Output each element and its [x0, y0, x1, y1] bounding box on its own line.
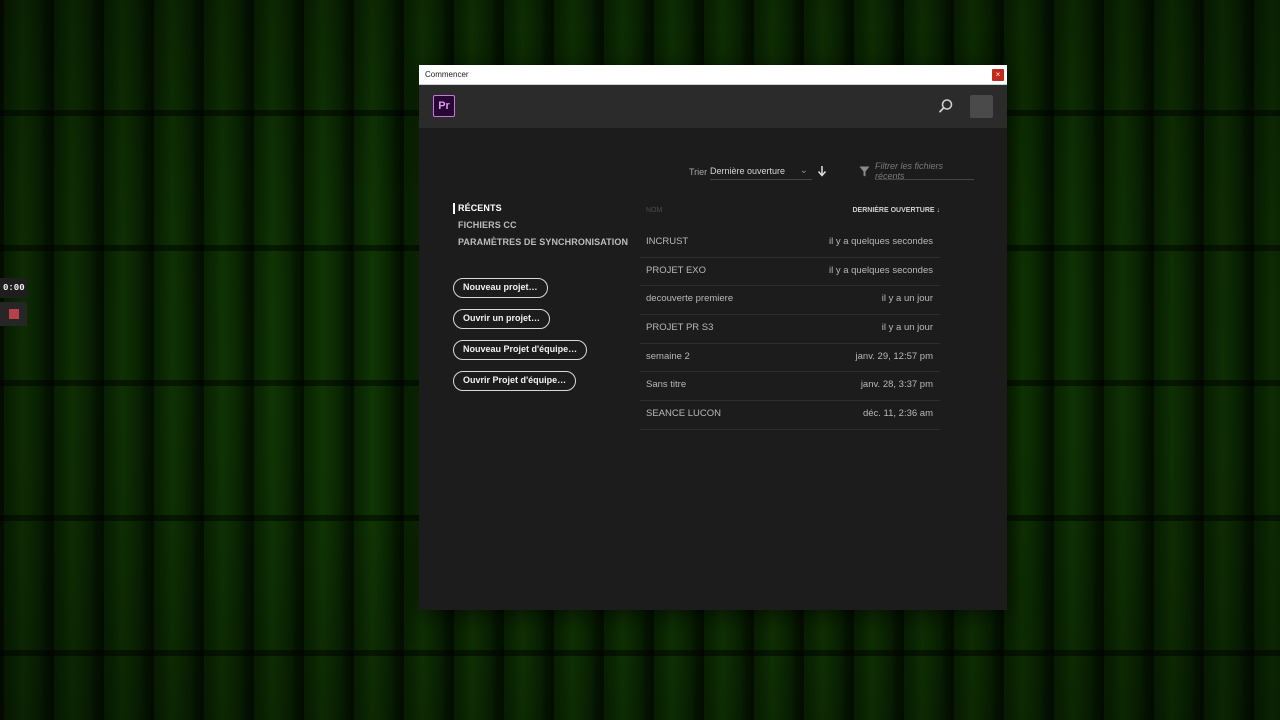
sort-dropdown-value: Dernière ouverture — [710, 165, 786, 176]
list-item[interactable]: SEANCE LUCON déc. 11, 2:36 am — [640, 401, 940, 430]
list-item[interactable]: PROJET EXO il y a quelques secondes — [640, 258, 940, 287]
nav-item-cc-files[interactable]: FICHIERS CC — [453, 220, 628, 237]
file-date: il y a quelques secondes — [828, 236, 933, 247]
filter-icon — [859, 166, 870, 177]
window-titlebar: Commencer × — [419, 65, 1007, 85]
project-actions: Nouveau projet… Ouvrir un projet… Nouvea… — [453, 278, 588, 402]
file-date: déc. 11, 2:36 am — [862, 408, 933, 420]
user-avatar[interactable] — [970, 95, 993, 118]
list-item[interactable]: INCRUST il y a quelques secondes — [640, 229, 940, 258]
new-team-project-button[interactable]: Nouveau Projet d'équipe… — [453, 340, 588, 360]
list-item[interactable]: Sans titre janv. 28, 3:37 pm — [640, 372, 940, 402]
stop-icon — [8, 309, 19, 319]
close-window-button[interactable]: × — [992, 68, 1004, 81]
stop-recording-button[interactable] — [0, 302, 27, 326]
chevron-down-icon: ⌄ — [799, 165, 808, 176]
list-header: NOM DERNIÈRE OUVERTURE ↓ — [640, 204, 940, 218]
file-date: il y a un jour — [881, 322, 933, 334]
recording-timer: 0:00 — [0, 278, 27, 298]
list-item[interactable]: PROJET PR S3 il y a un jour — [640, 315, 940, 344]
file-date: janv. 28, 3:37 pm — [860, 379, 933, 391]
left-navigation: RÉCENTS FICHIERS CC PARAMÈTRES DE SYNCHR… — [453, 203, 628, 254]
start-dialog: Commencer × Pr Trier Dernière ouverture … — [419, 65, 1007, 610]
file-name: SEANCE LUCON — [646, 408, 721, 420]
search-icon[interactable] — [937, 97, 955, 115]
open-team-project-button[interactable]: Ouvrir Projet d'équipe… — [453, 371, 577, 391]
file-date: il y a quelques secondes — [828, 264, 933, 276]
screen-recorder-widget: 0:00 — [0, 278, 27, 326]
app-header: Pr — [419, 85, 1007, 128]
filter-recent-files-input[interactable]: Filtrer les fichiers récents — [875, 161, 974, 181]
list-item[interactable]: semaine 2 janv. 29, 12:57 pm — [640, 344, 940, 373]
sort-direction-arrow-icon[interactable] — [817, 165, 827, 177]
file-name: PROJET PR S3 — [646, 322, 714, 334]
file-name: decouverte premiere — [646, 293, 734, 305]
recent-files-list: NOM DERNIÈRE OUVERTURE ↓ INCRUST il y a q… — [640, 204, 940, 430]
file-name: INCRUST — [646, 236, 689, 247]
file-name: PROJET EXO — [646, 264, 707, 276]
column-header-last-opened[interactable]: DERNIÈRE OUVERTURE ↓ — [852, 207, 940, 214]
sort-dropdown[interactable]: Dernière ouverture ⌄ — [710, 162, 812, 180]
file-name: semaine 2 — [646, 350, 690, 362]
open-project-button[interactable]: Ouvrir un projet… — [453, 309, 551, 329]
premiere-logo: Pr — [433, 95, 455, 117]
sort-label: Trier — [689, 167, 708, 177]
nav-item-sync-settings[interactable]: PARAMÈTRES DE SYNCHRONISATION — [453, 237, 628, 254]
list-item[interactable]: decouverte premiere il y a un jour — [640, 286, 940, 316]
file-date: janv. 29, 12:57 pm — [855, 350, 933, 362]
window-title: Commencer — [425, 70, 469, 79]
file-date: il y a un jour — [881, 293, 933, 305]
nav-item-recents[interactable]: RÉCENTS — [453, 203, 628, 214]
new-project-button[interactable]: Nouveau projet… — [453, 278, 548, 298]
column-header-name[interactable]: NOM — [646, 207, 662, 214]
file-name: Sans titre — [646, 379, 687, 391]
